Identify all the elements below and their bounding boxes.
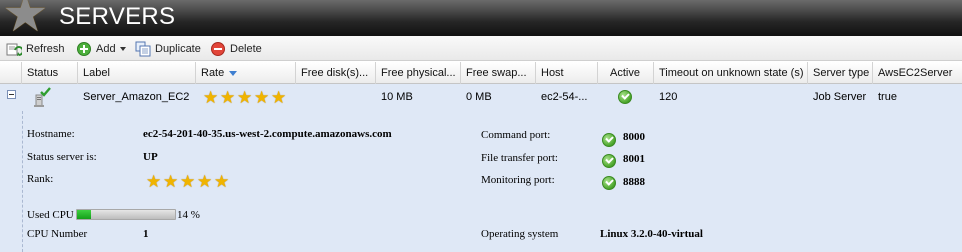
used-cpu-fill	[77, 210, 91, 219]
column-expander	[0, 62, 22, 84]
cpu-number-label: CPU Number	[27, 228, 88, 240]
add-icon	[76, 41, 92, 57]
toolbar: Refresh Add Duplicate Delete	[0, 36, 962, 61]
monitoring-port-label: Monitoring port:	[481, 174, 555, 186]
cpu-number-value: 1	[143, 228, 149, 240]
label-cell: Server_Amazon_EC2	[83, 91, 190, 103]
check-circle-icon	[602, 154, 616, 168]
sort-descending-icon	[229, 70, 238, 76]
page-header: ★ SERVERS	[0, 0, 962, 36]
duplicate-button[interactable]: Duplicate	[135, 40, 201, 57]
star-icon: ★	[220, 88, 236, 108]
column-active-label: Active	[610, 67, 640, 79]
duplicate-icon	[135, 41, 151, 57]
star-icon: ★	[197, 172, 213, 192]
column-host[interactable]: Host	[536, 62, 598, 84]
host-cell: ec2-54-...	[541, 91, 588, 103]
star-icon: ★	[146, 172, 162, 192]
status-label: Status server is:	[27, 151, 97, 163]
add-button[interactable]: Add	[76, 40, 126, 57]
delete-icon	[210, 41, 226, 57]
free-physical-cell: 10 MB	[381, 91, 413, 103]
server-details-panel: Hostname: ec2-54-201-40-35.us-west-2.com…	[0, 111, 962, 252]
column-status-label: Status	[27, 67, 59, 79]
grid-header: Status Label Rate Free disk(s)... Free p…	[0, 62, 962, 84]
star-icon: ★	[2, 0, 49, 36]
column-label-label: Label	[83, 67, 110, 79]
column-aws-ec2-server-label: AwsEC2Server	[878, 67, 953, 79]
column-free-swap[interactable]: Free swap...	[461, 62, 536, 84]
star-icon: ★	[271, 88, 287, 108]
monitoring-port-value: 8888	[623, 176, 645, 188]
file-transfer-port-value: 8001	[623, 153, 645, 165]
check-circle-icon	[618, 90, 632, 104]
os-value: Linux 3.2.0-40-virtual	[600, 228, 703, 240]
free-swap-cell: 0 MB	[466, 91, 492, 103]
column-free-disks-label: Free disk(s)...	[301, 67, 369, 79]
os-label: Operating system	[481, 228, 559, 240]
column-active[interactable]: Active	[598, 62, 654, 84]
collapse-row-icon[interactable]	[7, 90, 16, 99]
column-server-type-label: Server type	[813, 67, 870, 79]
hostname-label: Hostname:	[27, 128, 75, 140]
server-type-cell: Job Server	[813, 91, 867, 103]
star-icon: ★	[254, 88, 270, 108]
command-port-label: Command port:	[481, 129, 551, 141]
column-server-type[interactable]: Server type	[808, 62, 873, 84]
star-icon: ★	[163, 172, 179, 192]
star-icon: ★	[203, 88, 219, 108]
column-free-disks[interactable]: Free disk(s)...	[296, 62, 376, 84]
status-cell	[27, 84, 77, 111]
table-row[interactable]: Server_Amazon_EC2 ★ ★ ★ ★ ★ 10 MB 0 MB ec2-5…	[0, 84, 962, 111]
star-icon: ★	[180, 172, 196, 192]
refresh-label: Refresh	[26, 42, 65, 55]
duplicate-label: Duplicate	[155, 42, 201, 55]
page-title: SERVERS	[59, 3, 176, 30]
rank-label: Rank:	[27, 173, 54, 185]
used-cpu-progress	[76, 209, 176, 220]
column-rate-label: Rate	[201, 67, 225, 79]
column-timeout-label: Timeout on unknown state (s)	[659, 67, 804, 79]
free-disks-cell	[296, 84, 376, 111]
aws-ec2-server-cell: true	[878, 91, 897, 103]
star-icon: ★	[237, 88, 253, 108]
check-circle-icon	[602, 176, 616, 190]
column-free-physical[interactable]: Free physical...	[376, 62, 461, 84]
column-aws-ec2-server[interactable]: AwsEC2Server	[873, 62, 962, 84]
server-ok-icon	[31, 86, 53, 111]
column-label[interactable]: Label	[78, 62, 196, 84]
hostname-value: ec2-54-201-40-35.us-west-2.compute.amazo…	[143, 128, 392, 140]
check-circle-icon	[602, 133, 616, 147]
rank-stars: ★ ★ ★ ★ ★	[146, 172, 231, 192]
file-transfer-port-label: File transfer port:	[481, 152, 558, 164]
column-timeout[interactable]: Timeout on unknown state (s)	[654, 62, 808, 84]
refresh-button[interactable]: Refresh	[6, 40, 65, 57]
refresh-icon	[6, 41, 24, 57]
rate-stars: ★ ★ ★ ★ ★	[203, 88, 288, 108]
timeout-cell: 120	[659, 91, 678, 103]
used-cpu-percent: 14 %	[177, 209, 200, 221]
star-icon: ★	[214, 172, 230, 192]
chevron-down-icon[interactable]	[119, 47, 126, 51]
column-status[interactable]: Status	[22, 62, 78, 84]
status-value: UP	[143, 151, 158, 163]
command-port-value: 8000	[623, 131, 645, 143]
column-free-swap-label: Free swap...	[466, 67, 527, 79]
delete-label: Delete	[230, 42, 262, 55]
add-label: Add	[96, 42, 116, 55]
column-free-physical-label: Free physical...	[381, 67, 456, 79]
delete-button[interactable]: Delete	[210, 40, 262, 57]
used-cpu-label: Used CPU	[27, 209, 74, 221]
column-host-label: Host	[541, 67, 564, 79]
column-rate[interactable]: Rate	[196, 62, 296, 84]
